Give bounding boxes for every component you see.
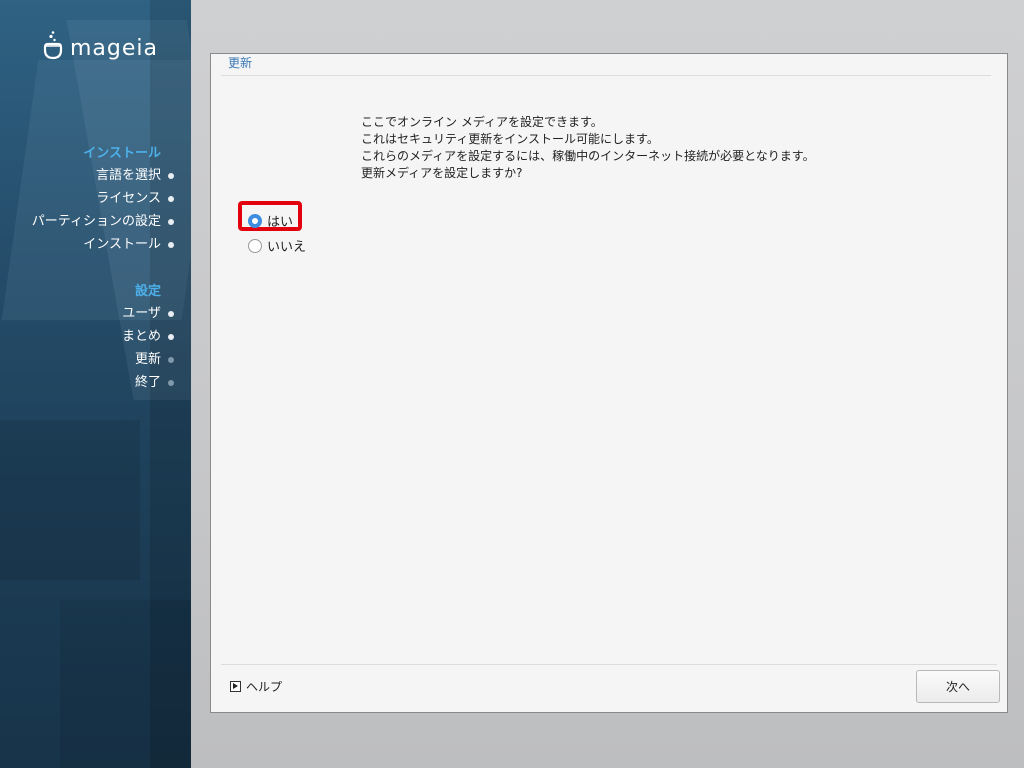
step-pending-bullet [168,357,174,363]
step-summary: まとめ [0,325,174,348]
radio-unchecked-icon[interactable] [248,238,262,253]
step-partitioning: パーティションの設定 [0,210,174,233]
help-label: ヘルプ [246,680,283,694]
step-label: 終了 [134,375,161,390]
step-done-bullet [168,196,174,202]
mageia-cauldron-icon [43,31,63,60]
updates-dialog: 更新 ここでオンライン メディアを設定できます。 これはセキュリティ更新をインス… [210,53,1008,713]
help-toggle[interactable]: ヘルプ [230,678,282,695]
intro-line: これはセキュリティ更新をインストール可能にします。 [361,132,659,146]
expand-arrow-icon[interactable] [230,681,241,692]
step-license: ライセンス [0,187,174,210]
step-label: 言語を選択 [95,168,161,183]
step-label: 更新 [134,352,161,367]
radio-label: はい [267,215,294,230]
section-title: 更新 [228,56,253,70]
install-heading: インストール [83,146,161,161]
step-pending-bullet [168,380,174,386]
step-label: ユーザ [122,306,161,321]
radio-yes[interactable]: はい [248,208,306,233]
intro-line: 更新メディアを設定しますか? [361,166,523,180]
intro-text: ここでオンライン メディアを設定できます。 これはセキュリティ更新をインストール… [361,114,815,182]
radio-label: いいえ [267,240,307,255]
step-done-bullet [168,334,174,340]
radio-checked-icon[interactable] [248,213,262,228]
step-label: パーティションの設定 [31,214,161,229]
step-done-bullet [168,311,174,317]
brand-name: mageia [70,36,159,61]
sidebar-decoration [0,420,140,580]
step-done-bullet [168,242,174,248]
mageia-logo: mageia [42,30,158,60]
config-steps: 設定 ユーザ まとめ 更新 終了 [0,282,174,394]
title-divider [221,75,991,76]
step-label: インストール [83,237,161,252]
update-media-choice: はい いいえ [238,201,306,258]
install-steps: インストール 言語を選択 ライセンス パーティションの設定 インストール [0,144,174,256]
step-label: まとめ [121,329,161,344]
step-language: 言語を選択 [0,164,174,187]
step-install: インストール [0,233,174,256]
footer-divider [221,664,997,665]
config-heading: 設定 [134,284,161,299]
step-finish: 終了 [0,371,174,394]
step-updates: 更新 [0,348,174,371]
step-label: ライセンス [96,191,161,206]
intro-line: ここでオンライン メディアを設定できます。 [361,115,603,129]
next-button[interactable]: 次へ [916,670,1000,703]
step-done-bullet [168,219,174,225]
radio-no[interactable]: いいえ [248,233,306,258]
step-users: ユーザ [0,302,174,325]
step-done-bullet [168,173,174,179]
sidebar: mageia インストール 言語を選択 ライセンス パーティションの設定 インス… [0,0,191,768]
intro-line: これらのメディアを設定するには、稼働中のインターネット接続が必要となります。 [361,149,815,163]
